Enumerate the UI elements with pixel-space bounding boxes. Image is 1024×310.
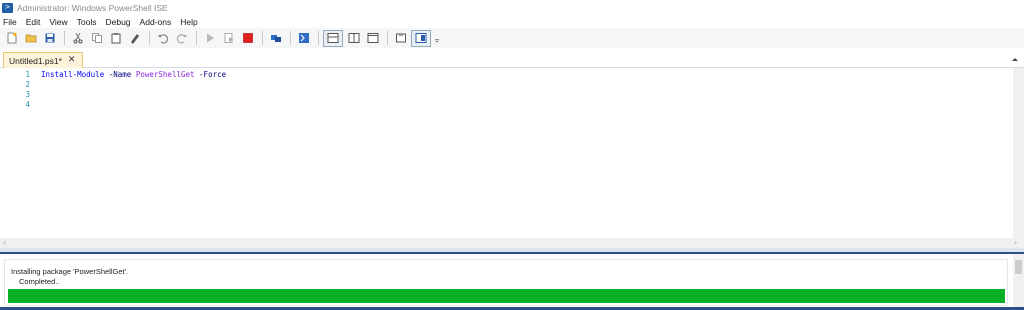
redo-icon[interactable]: [173, 30, 190, 47]
open-icon[interactable]: [22, 30, 39, 47]
toolbar: [0, 28, 1024, 48]
editor-vertical-scrollbar[interactable]: [1013, 68, 1024, 238]
stop-icon[interactable]: [239, 30, 256, 47]
title-bar: > Administrator: Windows PowerShell ISE: [0, 0, 1024, 15]
line-number: 3: [25, 90, 30, 99]
overflow-icon[interactable]: [433, 30, 441, 47]
progress-bar: [8, 289, 1005, 303]
menu-bar: File Edit View Tools Debug Add-ons Help: [0, 15, 1024, 28]
show-command-addon-icon[interactable]: [392, 30, 409, 47]
menu-debug[interactable]: Debug: [101, 17, 135, 27]
progress-status: Completed..: [19, 277, 60, 286]
progress-activity: Installing package 'PowerShellGet'.: [11, 267, 129, 276]
toolbar-separator: [387, 31, 388, 45]
line-number: 4: [25, 100, 30, 109]
menu-help[interactable]: Help: [176, 17, 202, 27]
undo-icon[interactable]: [154, 30, 171, 47]
line-number: 1: [25, 70, 30, 79]
window-title: Administrator: Windows PowerShell ISE: [17, 2, 168, 13]
tab-untitled1[interactable]: Untitled1.ps1* ✕: [3, 52, 83, 68]
show-script-maximized-icon[interactable]: [364, 30, 381, 47]
show-script-top-icon[interactable]: [323, 29, 343, 47]
line-number: 2: [25, 80, 30, 89]
run-script-icon[interactable]: [201, 30, 218, 47]
console-pane[interactable]: Installing package 'PowerShellGet'. Comp…: [0, 254, 1024, 310]
script-editor[interactable]: 1 2 3 4 Install-Module -Name PowerShellG…: [0, 68, 1024, 238]
collapse-pane-icon[interactable]: [1011, 56, 1019, 64]
scroll-right-icon[interactable]: ›: [1014, 238, 1017, 248]
clear-console-icon[interactable]: [126, 30, 143, 47]
menu-view[interactable]: View: [45, 17, 72, 27]
paste-icon[interactable]: [107, 30, 124, 47]
progress-bar-fill: [8, 289, 1005, 303]
progress-panel: Installing package 'PowerShellGet'. Comp…: [4, 259, 1008, 306]
new-script-icon[interactable]: [3, 30, 20, 47]
menu-file[interactable]: File: [0, 17, 22, 27]
show-command-window-icon[interactable]: [411, 29, 431, 47]
copy-icon[interactable]: [88, 30, 105, 47]
menu-tools[interactable]: Tools: [73, 17, 102, 27]
console-vertical-scrollbar[interactable]: [1013, 254, 1024, 310]
toolbar-separator: [318, 31, 319, 45]
menu-add-ons[interactable]: Add-ons: [136, 17, 177, 27]
powershell-console-icon[interactable]: [295, 30, 312, 47]
editor-horizontal-scrollbar[interactable]: ‹ ›: [0, 238, 1024, 248]
scroll-left-icon[interactable]: ‹: [3, 238, 6, 248]
script-tab-strip: Untitled1.ps1* ✕: [0, 50, 1024, 68]
cut-icon[interactable]: [69, 30, 86, 47]
cmdlet-token: Install-Module: [41, 70, 105, 79]
parameter-token: -Name: [108, 70, 132, 79]
run-selection-icon[interactable]: [220, 30, 237, 47]
remote-powershell-icon[interactable]: [267, 30, 284, 47]
tab-label: Untitled1.ps1*: [9, 55, 62, 66]
close-icon[interactable]: ✕: [68, 56, 76, 65]
menu-edit[interactable]: Edit: [22, 17, 46, 27]
toolbar-separator: [262, 31, 263, 45]
toolbar-separator: [196, 31, 197, 45]
toolbar-separator: [149, 31, 150, 45]
argument-token: PowerShellGet: [135, 70, 195, 79]
show-script-right-icon[interactable]: [345, 30, 362, 47]
code-line-1[interactable]: Install-Module -Name PowerShellGet -Forc…: [41, 70, 226, 80]
powershell-app-icon: >: [2, 2, 13, 13]
parameter-token: -Force: [199, 70, 227, 79]
save-icon[interactable]: [41, 30, 58, 47]
toolbar-separator: [64, 31, 65, 45]
scrollbar-thumb[interactable]: [1015, 260, 1022, 274]
toolbar-separator: [290, 31, 291, 45]
line-number-gutter: 1 2 3 4: [0, 70, 30, 110]
